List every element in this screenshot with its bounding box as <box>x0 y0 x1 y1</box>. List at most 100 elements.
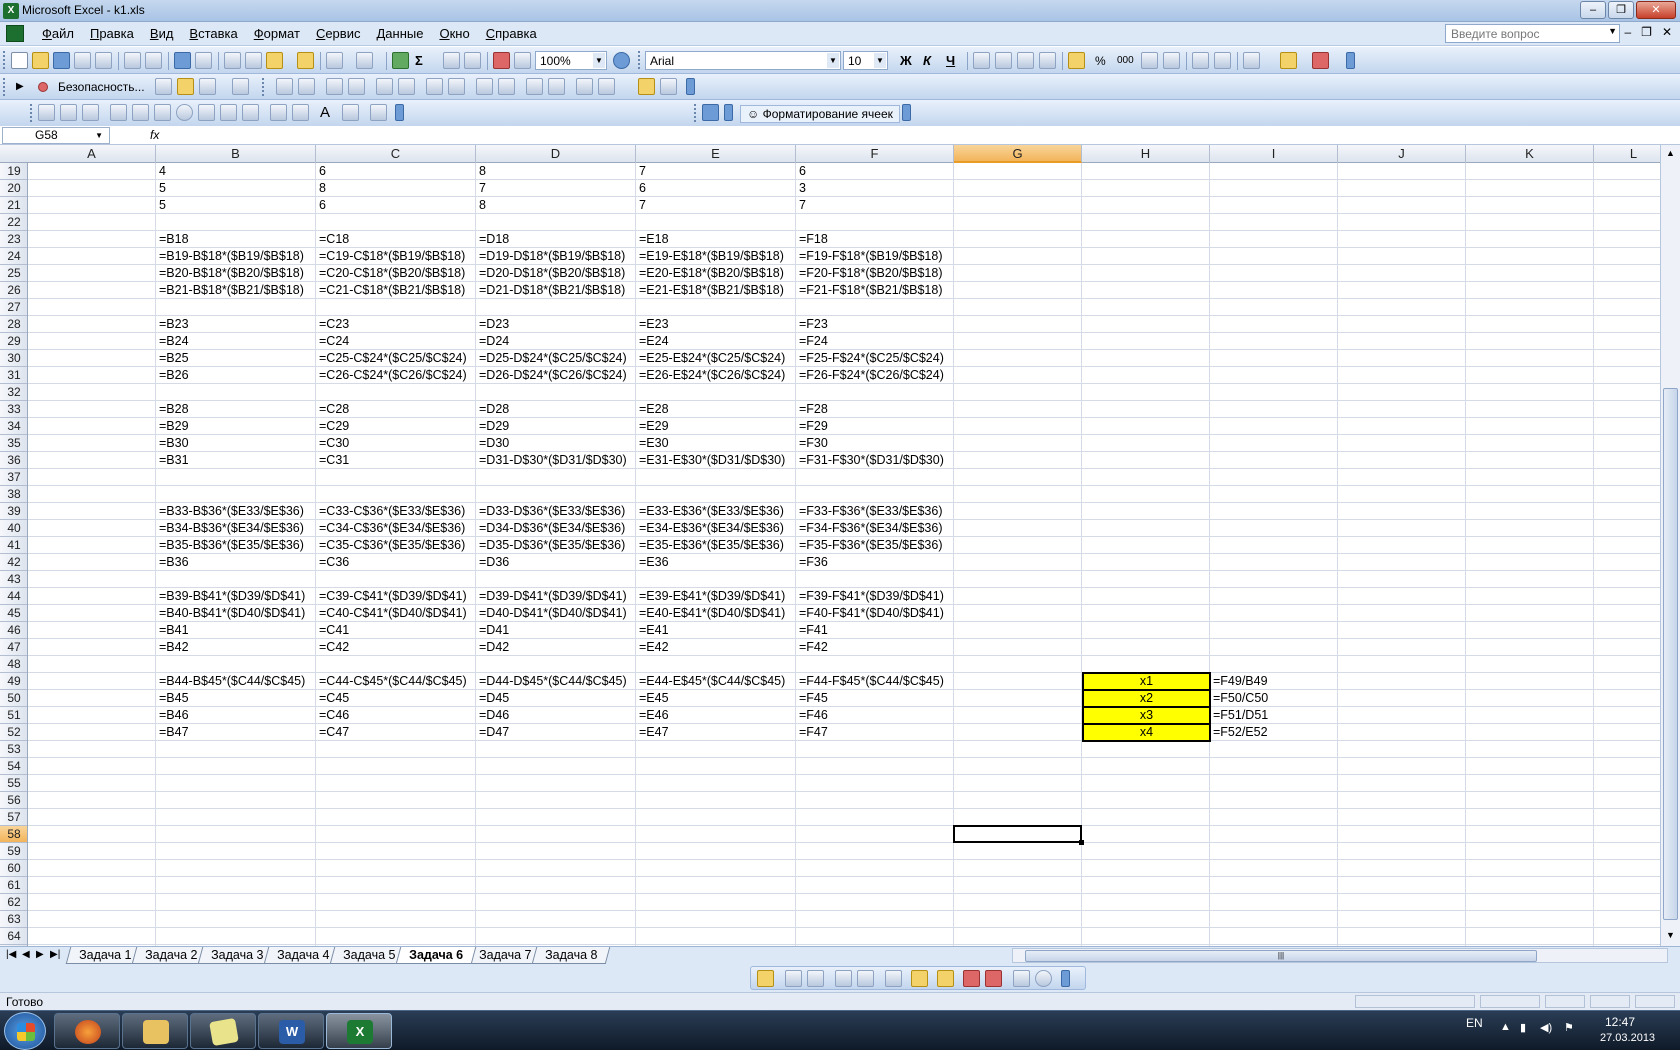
combo-dropdown-icon[interactable] <box>498 78 515 95</box>
cell-d28[interactable]: =D23 <box>476 316 636 333</box>
cell-c42[interactable]: =C36 <box>316 554 476 571</box>
cell-f33[interactable]: =F28 <box>796 401 954 418</box>
cell-d34[interactable]: =D29 <box>476 418 636 435</box>
security-button[interactable]: Безопасность... <box>58 79 145 95</box>
underline-button[interactable]: Ч <box>946 53 955 69</box>
scroll-bar-icon[interactable] <box>270 104 287 121</box>
menu-item-6[interactable]: Сервис <box>308 26 369 42</box>
menu-item-4[interactable]: Вставка <box>181 26 245 42</box>
cell-d49[interactable]: =D44-D$45*($C44/$C$45) <box>476 673 636 690</box>
next-sheet-icon[interactable]: ▶ <box>36 949 44 960</box>
column-header-a[interactable]: A <box>28 145 156 163</box>
chevron-down-icon[interactable]: ▼ <box>827 53 839 68</box>
align-left-icon[interactable] <box>973 52 990 69</box>
cell-i50[interactable]: =F50/C50 <box>1210 690 1268 707</box>
cell-e39[interactable]: =E33-E$36*($E33/$E$36) <box>636 503 796 520</box>
cell-b41[interactable]: =B35-B$36*($E35/$E$36) <box>156 537 316 554</box>
sheet-tab-6[interactable]: Задача 6 <box>395 947 477 964</box>
row-header-43[interactable]: 43 <box>0 571 27 588</box>
cell-f25[interactable]: =F20-F$18*($B20/$B$18) <box>796 265 954 282</box>
cell-b23[interactable]: =B18 <box>156 231 316 248</box>
cell-c23[interactable]: =C18 <box>316 231 476 248</box>
cell-b50[interactable]: =B45 <box>156 690 316 707</box>
cell-d30[interactable]: =D25-D$24*($C25/$C$24) <box>476 350 636 367</box>
menu-item-9[interactable]: Справка <box>478 26 545 42</box>
cell-c51[interactable]: =C46 <box>316 707 476 724</box>
align-center-icon[interactable] <box>995 52 1012 69</box>
cell-c44[interactable]: =C39-C$41*($D39/$D$41) <box>316 588 476 605</box>
cell-d33[interactable]: =D28 <box>476 401 636 418</box>
button-control-icon[interactable] <box>348 78 365 95</box>
menu-item-5[interactable]: Формат <box>246 26 308 42</box>
row-header-40[interactable]: 40 <box>0 520 27 537</box>
cell-d26[interactable]: =D21-D$18*($B21/$B$18) <box>476 282 636 299</box>
cell-f36[interactable]: =F31-F$30*($D31/$D$30) <box>796 452 954 469</box>
groupbox-control-icon[interactable] <box>326 78 343 95</box>
clock-date[interactable]: 27.03.2013 <box>1600 1032 1655 1044</box>
cell-c46[interactable]: =C41 <box>316 622 476 639</box>
toolbar-options-icon[interactable] <box>902 104 911 121</box>
format-painter-icon[interactable] <box>297 52 314 69</box>
font-color-icon[interactable] <box>1312 52 1329 69</box>
cell-b20[interactable]: 5 <box>156 180 316 197</box>
cell-b29[interactable]: =B24 <box>156 333 316 350</box>
print-preview-icon[interactable] <box>145 52 162 69</box>
cell-c47[interactable]: =C42 <box>316 639 476 656</box>
cell-b49[interactable]: =B44-B$45*($C44/$C$45) <box>156 673 316 690</box>
cell-d40[interactable]: =D34-D$36*($E34/$E$36) <box>476 520 636 537</box>
spelling-icon[interactable] <box>174 52 191 69</box>
cell-d35[interactable]: =D30 <box>476 435 636 452</box>
cell-f51[interactable]: =F46 <box>796 707 954 724</box>
language-indicator[interactable]: EN <box>1466 1016 1483 1030</box>
cell-b30[interactable]: =B25 <box>156 350 316 367</box>
cell-d44[interactable]: =D39-D$41*($D39/$D$41) <box>476 588 636 605</box>
row-header-45[interactable]: 45 <box>0 605 27 622</box>
cell-c25[interactable]: =C20-C$18*($B20/$B$18) <box>316 265 476 282</box>
fill-handle[interactable] <box>1079 840 1084 845</box>
email-icon[interactable] <box>95 52 112 69</box>
cell-f45[interactable]: =F40-F$41*($D40/$D$41) <box>796 605 954 622</box>
cell-f41[interactable]: =F35-F$36*($E35/$E$36) <box>796 537 954 554</box>
cell-e20[interactable]: 6 <box>636 180 796 197</box>
currency-icon[interactable] <box>1068 52 1085 69</box>
cell-i49[interactable]: =F49/B49 <box>1210 673 1268 690</box>
controls-icon[interactable] <box>232 78 249 95</box>
cell-e35[interactable]: =E30 <box>636 435 796 452</box>
cell-b46[interactable]: =B41 <box>156 622 316 639</box>
cell-c31[interactable]: =C26-C$24*($C26/$C$24) <box>316 367 476 384</box>
more-controls-icon[interactable] <box>370 104 387 121</box>
row-header-56[interactable]: 56 <box>0 792 27 809</box>
cell-e36[interactable]: =E31-E$30*($D31/$D$30) <box>636 452 796 469</box>
menu-item-3[interactable]: Вид <box>142 26 182 42</box>
cell-d29[interactable]: =D24 <box>476 333 636 350</box>
maximize-button[interactable]: ❐ <box>1608 1 1634 19</box>
taskbar-explorer[interactable] <box>122 1013 188 1049</box>
toolbar-options-icon[interactable] <box>1346 52 1355 69</box>
cell-d45[interactable]: =D40-D$41*($D40/$D$41) <box>476 605 636 622</box>
redo-icon[interactable] <box>356 52 373 69</box>
cell-i52[interactable]: =F52/E52 <box>1210 724 1268 741</box>
row-header-61[interactable]: 61 <box>0 877 27 894</box>
row-header-37[interactable]: 37 <box>0 469 27 486</box>
row-header-49[interactable]: 49 <box>0 673 27 690</box>
remove-all-arrows-icon[interactable] <box>885 970 902 987</box>
cell-b44[interactable]: =B39-B$41*($D39/$D$41) <box>156 588 316 605</box>
cell-d23[interactable]: =D18 <box>476 231 636 248</box>
cell-e47[interactable]: =E42 <box>636 639 796 656</box>
cell-f31[interactable]: =F26-F$24*($C26/$C$24) <box>796 367 954 384</box>
row-header-35[interactable]: 35 <box>0 435 27 452</box>
remove-precedent-arrows-icon[interactable] <box>807 970 824 987</box>
cell-d21[interactable]: 8 <box>476 197 636 214</box>
cell-c30[interactable]: =C25-C$24*($C25/$C$24) <box>316 350 476 367</box>
column-header-b[interactable]: B <box>156 145 316 163</box>
arrow-right-icon[interactable] <box>702 104 719 121</box>
column-header-c[interactable]: C <box>316 145 476 163</box>
prev-sheet-icon[interactable]: ◀ <box>22 949 30 960</box>
formula-input[interactable] <box>170 128 1660 143</box>
cell-e23[interactable]: =E18 <box>636 231 796 248</box>
editbox-control-icon[interactable] <box>298 78 315 95</box>
merge-center-icon[interactable] <box>1039 52 1056 69</box>
combo-box-icon[interactable] <box>220 104 237 121</box>
row-header-26[interactable]: 26 <box>0 282 27 299</box>
help-search-input[interactable]: Введите вопрос ▼ <box>1445 24 1620 43</box>
